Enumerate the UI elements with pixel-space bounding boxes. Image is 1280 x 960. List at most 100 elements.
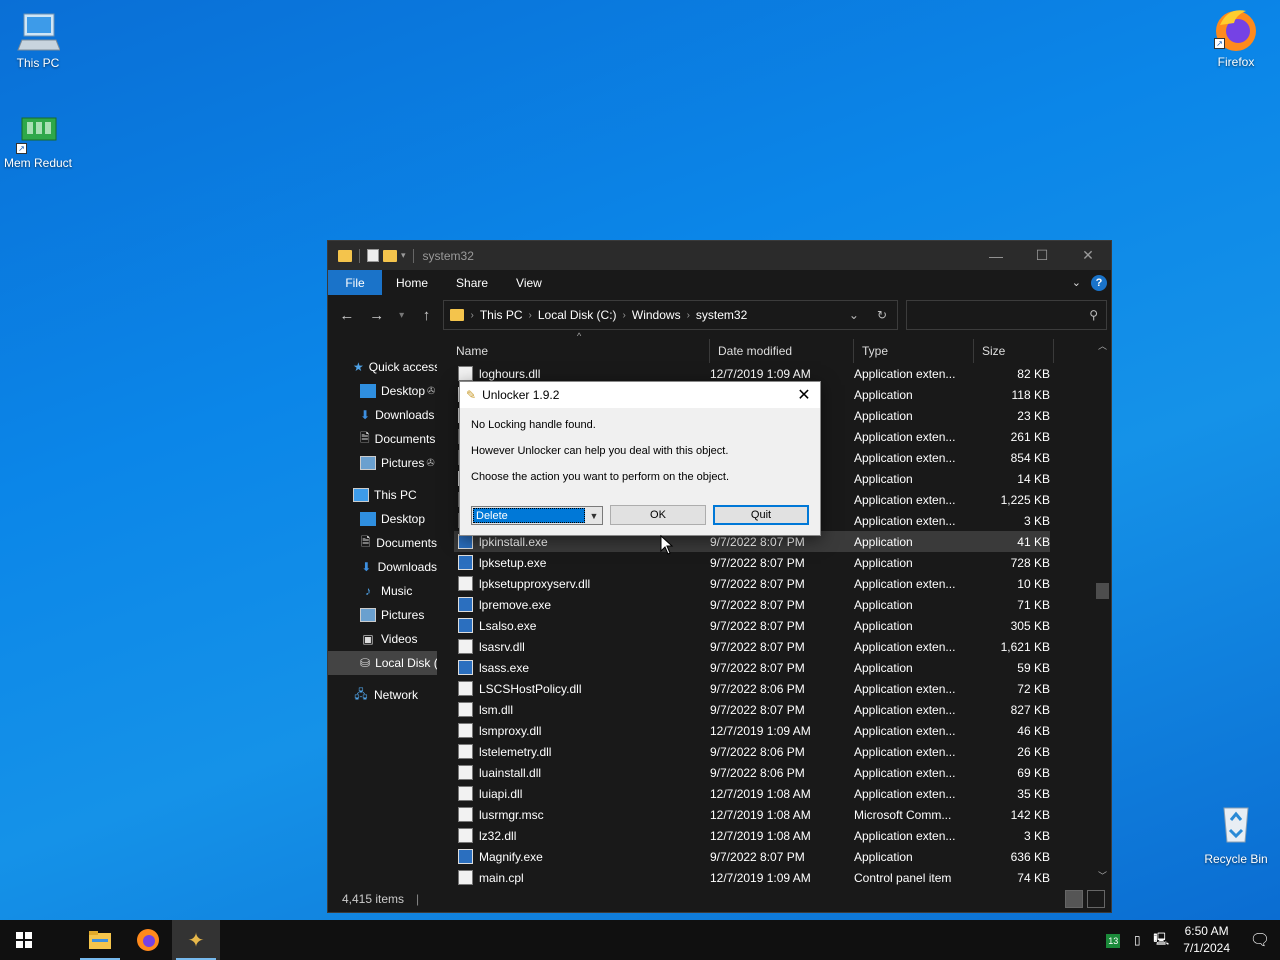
start-button[interactable]	[0, 920, 48, 960]
taskbar-firefox[interactable]	[124, 920, 172, 960]
nav-qa-desktop[interactable]: Desktop ✇	[328, 379, 437, 403]
breadcrumb-this-pc[interactable]: This PC	[474, 308, 529, 322]
table-row[interactable]: Lsalso.exe 9/7/2022 8:07 PM Application 305…	[454, 615, 1050, 636]
file-explorer-icon	[89, 931, 111, 949]
dialog-title-bar[interactable]: ✎ Unlocker 1.9.2 ✕	[460, 382, 820, 408]
close-button[interactable]: ✕	[1065, 241, 1111, 270]
file-size: 728 KB	[1010, 555, 1050, 570]
table-row[interactable]: lpksetup.exe 9/7/2022 8:07 PM Application 7…	[454, 552, 1050, 573]
nav-network[interactable]: 🖧 Network	[328, 683, 437, 707]
nav-pc-downloads[interactable]: ⬇ Downloads	[328, 555, 437, 579]
table-row[interactable]: luiapi.dll 12/7/2019 1:08 AM Application e…	[454, 783, 1050, 804]
notifications-icon[interactable]: 🗨	[1240, 930, 1280, 950]
file-date: 9/7/2022 8:07 PM	[710, 618, 805, 633]
dialog-close-button[interactable]: ✕	[788, 385, 820, 405]
system-tray: 13 ▯ 🖳 6:50 AM 7/1/2024 🗨	[1101, 920, 1280, 960]
help-icon[interactable]: ?	[1091, 274, 1107, 291]
recent-locations-button[interactable]: ▾	[394, 310, 410, 321]
file-date: 12/7/2019 1:09 AM	[710, 723, 811, 738]
tab-view[interactable]: View	[502, 276, 556, 290]
table-row[interactable]: lsm.dll 9/7/2022 8:07 PM Application exten…	[454, 699, 1050, 720]
column-headers: Name Date modified Type Size	[448, 339, 1054, 363]
table-row[interactable]: LSCSHostPolicy.dll 9/7/2022 8:06 PM Applic…	[454, 678, 1050, 699]
table-row[interactable]: luainstall.dll 9/7/2022 8:06 PM Applicatio…	[454, 762, 1050, 783]
ok-button[interactable]: OK	[610, 505, 706, 525]
column-header-date[interactable]: Date modified	[710, 339, 854, 363]
up-button[interactable]: ↑	[414, 307, 440, 324]
tray-app-icon[interactable]: 13	[1101, 933, 1125, 948]
file-date: 9/7/2022 8:06 PM	[710, 681, 805, 696]
nav-pc-desktop[interactable]: Desktop	[328, 507, 437, 531]
file-size: 69 KB	[1017, 765, 1050, 780]
taskbar-file-explorer[interactable]	[76, 920, 124, 960]
taskbar-unlocker[interactable]: ✦	[172, 920, 220, 960]
desktop-icon-recycle-bin[interactable]: Recycle Bin	[1198, 800, 1274, 866]
folder-icon	[338, 249, 352, 262]
table-row[interactable]: lusrmgr.msc 12/7/2019 1:08 AM Microsoft Co…	[454, 804, 1050, 825]
file-size: 41 KB	[1017, 534, 1050, 549]
file-type: Microsoft Comm...	[854, 807, 952, 822]
file-date: 9/7/2022 8:07 PM	[710, 597, 805, 612]
address-bar[interactable]: › This PC › Local Disk (C:) › Windows › …	[443, 300, 899, 330]
properties-icon[interactable]	[367, 249, 379, 262]
breadcrumb-windows[interactable]: Windows	[626, 308, 687, 322]
tab-share[interactable]: Share	[442, 276, 502, 290]
file-name: lsasrv.dll	[479, 639, 525, 654]
expand-ribbon-chevron-icon[interactable]: ⌄	[1072, 276, 1081, 289]
table-row[interactable]: lstelemetry.dll 9/7/2022 8:06 PM Applicati…	[454, 741, 1050, 762]
nav-pc-music[interactable]: ♪ Music	[328, 579, 437, 603]
scroll-down-arrow-icon[interactable]: ﹀	[1094, 869, 1111, 882]
back-button[interactable]: ←	[334, 307, 360, 324]
table-row[interactable]: lsass.exe 9/7/2022 8:07 PM Application 59 K…	[454, 657, 1050, 678]
table-row[interactable]: lsasrv.dll 9/7/2022 8:07 PM Application ex…	[454, 636, 1050, 657]
nav-pc-documents[interactable]: 🗎 Documents	[328, 531, 437, 555]
tab-file[interactable]: File	[328, 270, 382, 295]
network-tray-icon[interactable]: 🖳	[1149, 930, 1173, 951]
title-bar[interactable]: ▾ system32 — ☐ ✕	[328, 241, 1111, 270]
nav-this-pc[interactable]: This PC	[328, 483, 437, 507]
desktop-icon-mem-reduct[interactable]: ↗ Mem Reduct	[0, 110, 76, 170]
taskbar-clock[interactable]: 6:50 AM 7/1/2024	[1173, 923, 1240, 957]
maximize-button[interactable]: ☐	[1019, 241, 1065, 270]
vertical-scrollbar[interactable]: ︿ ﹀	[1094, 335, 1111, 886]
tab-home[interactable]: Home	[382, 276, 442, 290]
nav-pc-local-disk[interactable]: ⛁ Local Disk (C:)	[328, 651, 437, 675]
table-row[interactable]: main.cpl 12/7/2019 1:09 AM Control panel i…	[454, 867, 1050, 888]
column-header-type[interactable]: Type	[854, 339, 974, 363]
search-box[interactable]: ⚲	[906, 300, 1107, 330]
table-row[interactable]: Magnify.exe 9/7/2022 8:07 PM Application 63…	[454, 846, 1050, 867]
breadcrumb-local-disk[interactable]: Local Disk (C:)	[532, 308, 623, 322]
nav-quick-access[interactable]: ★ Quick access	[328, 355, 437, 379]
desktop-icon-firefox[interactable]: ↗ Firefox	[1198, 5, 1274, 69]
action-select[interactable]: Delete ▼	[471, 506, 603, 525]
scrollbar-thumb[interactable]	[1096, 583, 1109, 599]
minimize-button[interactable]: —	[973, 241, 1019, 270]
refresh-icon[interactable]: ↻	[877, 308, 887, 322]
nav-qa-documents[interactable]: 🗎Documents✇	[328, 427, 437, 451]
table-row[interactable]: lsmproxy.dll 12/7/2019 1:09 AM Application…	[454, 720, 1050, 741]
breadcrumb-system32[interactable]: system32	[690, 308, 753, 322]
nav-qa-downloads[interactable]: ⬇Downloads✇	[328, 403, 437, 427]
nav-pc-videos[interactable]: ▣ Videos	[328, 627, 437, 651]
desktop-icon-this-pc[interactable]: This PC	[0, 10, 76, 70]
new-folder-icon[interactable]	[383, 249, 397, 262]
nav-qa-pictures[interactable]: Pictures ✇	[328, 451, 437, 475]
column-header-name[interactable]: Name	[448, 339, 710, 363]
customize-toolbar-chevron-icon[interactable]: ▾	[401, 250, 406, 261]
address-history-chevron-icon[interactable]: ⌄	[849, 308, 859, 322]
table-row[interactable]: lz32.dll 12/7/2019 1:08 AM Application ext…	[454, 825, 1050, 846]
details-view-icon[interactable]	[1065, 890, 1083, 908]
file-size: 854 KB	[1010, 450, 1050, 465]
clock-time: 6:50 AM	[1184, 924, 1229, 938]
battery-icon[interactable]: ▯	[1125, 933, 1149, 947]
scroll-up-arrow-icon[interactable]: ︿	[1094, 339, 1111, 352]
large-icons-view-icon[interactable]	[1087, 890, 1105, 908]
table-row[interactable]: lpksetupproxyserv.dll 9/7/2022 8:07 PM App…	[454, 573, 1050, 594]
quit-button[interactable]: Quit	[713, 505, 809, 525]
nav-label: This PC	[374, 488, 417, 502]
nav-pc-pictures[interactable]: Pictures	[328, 603, 437, 627]
column-header-size[interactable]: Size	[974, 339, 1054, 363]
file-name: lpksetupproxyserv.dll	[479, 576, 591, 591]
table-row[interactable]: lpremove.exe 9/7/2022 8:07 PM Application 7…	[454, 594, 1050, 615]
forward-button[interactable]: →	[364, 307, 390, 324]
